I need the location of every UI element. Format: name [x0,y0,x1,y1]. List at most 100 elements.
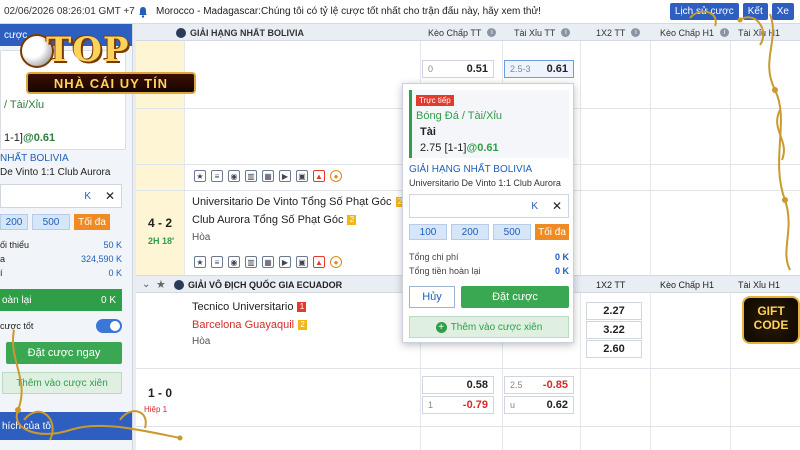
chart-icon[interactable]: ▥ [245,170,257,182]
max-stake-button[interactable]: Tối đa [535,224,569,240]
tv-icon[interactable]: ▣ [296,256,308,268]
announcement-marquee: Morocco - Madagascar:Chúng tôi có tỷ lệ … [156,6,541,17]
odd-hdp[interactable]: 0.58 [422,376,494,394]
bell-icon[interactable] [136,5,150,19]
info-icon[interactable]: i [561,28,571,37]
results-button[interactable]: Kết [742,3,768,20]
odd-over-under[interactable]: 2.5-3 0.61 [504,60,574,78]
clear-icon[interactable]: ✕ [105,189,115,203]
ball-icon[interactable]: ● [330,256,342,268]
bar-chart-icon[interactable]: ▦ [262,256,274,268]
accept-odds-row: cược tốt [0,318,122,334]
site-logo: TOP NHÀ CÁI UY TÍN [18,28,196,98]
league-name[interactable]: GIẢI HẠNG NHẤT BOLIVIA [190,28,304,38]
popup-stake-input[interactable]: K ✕ [409,194,569,218]
add-parlay-button[interactable]: + Thêm vào cược xiên [409,316,569,338]
clock: 02/06/2026 08:26:01 GMT +7 [4,6,135,17]
quick-stake-100[interactable]: 100 [409,224,447,240]
odd-away[interactable]: 2.60 [586,340,642,358]
chevron-down-icon[interactable]: ⌄ [142,279,150,290]
col-hdp-h1: Kèo Chấp H1 i [660,24,730,41]
popup-league: GIẢI HẠNG NHẤT BOLIVIA [409,164,533,175]
popup-quick-stake: 100 200 500 Tối đa [409,224,569,240]
league-logo-icon [174,280,184,290]
match-time: 2H 18' [148,236,175,246]
draw-label: Hòa [192,232,211,243]
popup-sport: Bóng Đá / Tài/Xỉu [416,110,503,122]
ball-icon[interactable]: ● [330,170,342,182]
star-icon[interactable]: ★ [156,278,166,291]
away-team[interactable]: Club Aurora Tổng Số Phạt Góc 2 [192,214,357,226]
plus-icon: + [435,321,447,333]
add-parlay-button[interactable]: Thêm vào cược xiên [2,372,122,394]
corner-badge: 2 [347,215,357,225]
home-team[interactable]: Tecnico Universitario 1 [192,301,307,313]
eye-icon[interactable]: ◉ [228,170,240,182]
quick-bet-popup: Trực tiếp Bóng Đá / Tài/Xỉu Tài 2.75 [1-… [402,83,574,343]
chart-icon[interactable]: ▥ [245,256,257,268]
col-ou-ft: Tài Xỉu TT i [514,24,571,41]
match-time: Hiệp 1 [144,405,168,414]
league-name[interactable]: GIẢI VÔ ĐỊCH QUỐC GIA ECUADOR [188,280,342,290]
draw-label: Hòa [192,336,211,347]
play-icon[interactable]: ▶ [279,256,291,268]
refund-bar: oàn lại 0 K [0,289,122,311]
clear-icon[interactable]: ✕ [552,199,562,213]
bar-chart-icon[interactable]: ▦ [262,170,274,182]
gift-code-badge[interactable]: GIFT CODE [742,296,800,344]
yellow-card-badge: 2 [298,320,308,330]
popup-match: Universitario De Vinto 1:1 Club Aurora [409,178,561,188]
star-icon[interactable]: ★ [194,256,206,268]
info-icon[interactable]: i [631,28,641,37]
match-tools: ★ ≡ ◉ ▥ ▦ ▶ ▣ ▲ ● [194,170,342,182]
odd-over-under[interactable]: 2.5 -0.85 [504,376,574,394]
match-score: 1 - 0 [148,386,173,400]
odd-over-under[interactable]: u 0.62 [504,396,574,414]
my-bets-footer[interactable]: hích của tôi [0,412,132,440]
more-button[interactable]: Xe [771,3,794,20]
stats-db-icon[interactable]: ≡ [211,170,223,182]
quick-stake-200[interactable]: 200 [0,214,28,230]
max-stake-button[interactable]: Tối đa [74,214,110,230]
logo-ribbon: NHÀ CÁI UY TÍN [26,72,196,94]
eye-icon[interactable]: ◉ [228,256,240,268]
match-score: 4 - 2 [148,216,173,230]
stake-input[interactable]: K ✕ [0,184,122,208]
play-icon[interactable]: ▶ [279,170,291,182]
match-tools: ★ ≡ ◉ ▥ ▦ ▶ ▣ ▲ ● [194,256,342,268]
away-team[interactable]: Barcelona Guayaquil 2 [192,319,308,331]
top-bar: 02/06/2026 08:26:01 GMT +7 Morocco - Mad… [0,0,800,24]
top-actions: Lịch sử cược Kết Xe [669,3,794,20]
col-1x2-ft: 1X2 TT i [596,24,641,41]
slip-match: De Vinto 1:1 Club Aurora [0,167,111,178]
bet-now-button[interactable]: Đặt cược ngay [6,342,122,364]
col-ou-h1: Tài Xỉu H1 [738,27,781,38]
cancel-button[interactable]: Hủy [409,286,455,308]
odd-hdp[interactable]: 1 -0.79 [422,396,494,414]
bet-history-button[interactable]: Lịch sử cược [669,3,739,20]
tv-icon[interactable]: ▣ [296,170,308,182]
place-bet-button[interactable]: Đặt cược [461,286,569,308]
info-icon[interactable]: i [487,28,497,37]
odd-draw[interactable]: 3.22 [586,321,642,339]
quick-stake-200[interactable]: 200 [451,224,489,240]
quick-stake-500[interactable]: 500 [493,224,531,240]
fire-icon[interactable]: ▲ [313,256,325,268]
stats-db-icon[interactable]: ≡ [211,256,223,268]
odd-home[interactable]: 2.27 [586,302,642,320]
popup-odd: 2.75 [1-1]@0.61 [420,142,499,154]
home-team[interactable]: Universitario De Vinto Tổng Số Phạt Góc 2 [192,196,405,208]
accept-odds-toggle[interactable] [96,319,122,333]
fire-icon[interactable]: ▲ [313,170,325,182]
live-badge: Trực tiếp [416,95,454,106]
col-hdp-ft: Kèo Chấp TT i [428,24,497,41]
popup-pick: Tài [420,126,436,138]
slip-info: ối thiểu 50 K a 324,590 K í0 K [0,240,122,278]
slip-odd: 1-1]@0.61 [4,132,56,144]
logo-text: TOP [46,30,130,70]
info-icon[interactable]: i [720,28,730,37]
star-icon[interactable]: ★ [194,170,206,182]
quick-stake-500[interactable]: 500 [32,214,70,230]
slip-sport: / Tài/Xỉu [4,99,45,111]
odd-hdp[interactable]: 0 0.51 [422,60,494,78]
